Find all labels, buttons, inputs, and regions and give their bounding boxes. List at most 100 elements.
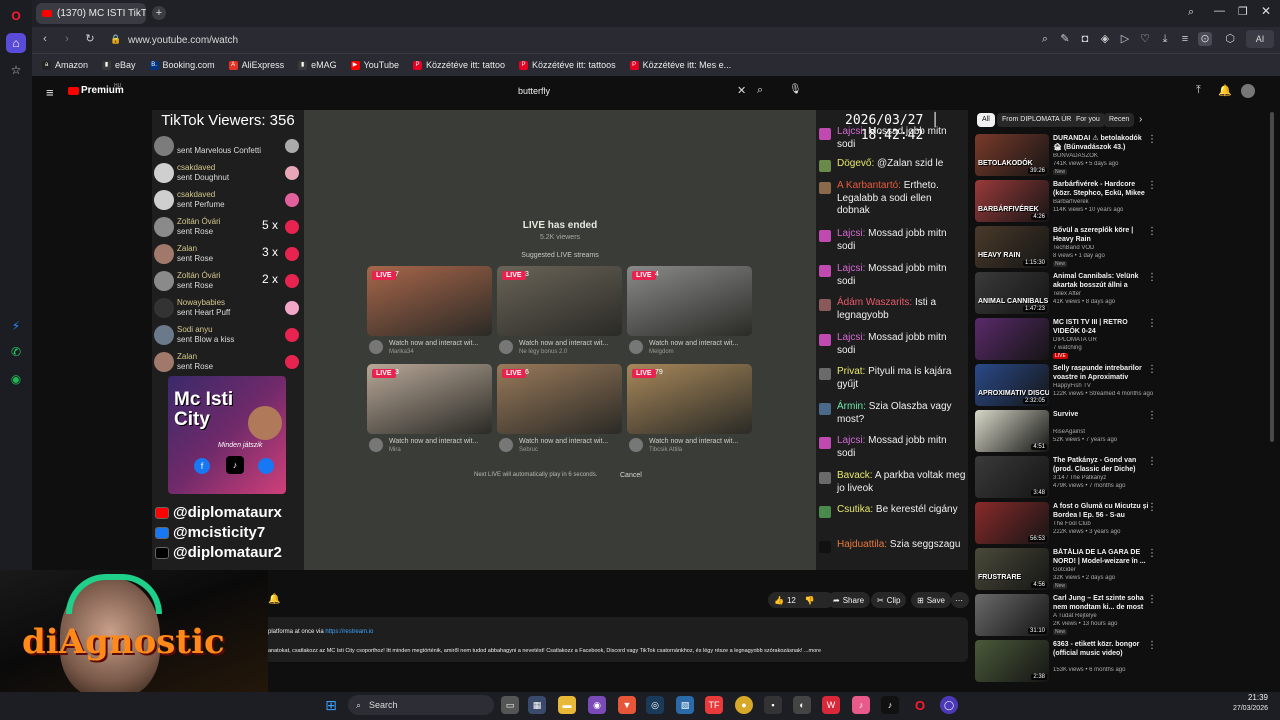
video-item[interactable]: 2:38 6363 - etikett közr. bongor (officia… (974, 640, 1274, 684)
bookmark-item[interactable]: ▮ eMAG (298, 60, 337, 70)
edit-icon[interactable]: ✎ (1058, 32, 1072, 46)
home-icon[interactable]: ⌂ (6, 33, 26, 53)
bookmark-item[interactable]: P Közzétéve itt: tattoos (519, 60, 616, 70)
video-title[interactable]: DURANDAI ⚠ betolakodók 🏚 (Bűnvadászok 43… (1053, 134, 1149, 152)
video-channel[interactable]: Gotcider (1053, 567, 1153, 573)
reload-icon[interactable]: ↻ (83, 32, 97, 46)
video-thumbnail[interactable]: BARBÁRFIVÉREK 4:26 (975, 180, 1049, 222)
whatsapp-icon[interactable]: ✆ (6, 342, 26, 362)
video-title[interactable]: Selly raspunde intrebarilor voastre in A… (1053, 364, 1149, 382)
file-explorer-icon[interactable]: ▬ (558, 696, 576, 714)
address-search-icon[interactable]: ⌕ (1038, 32, 1052, 46)
video-more-icon[interactable]: ⋮ (1147, 272, 1157, 283)
video-title[interactable]: Survive (1053, 410, 1149, 419)
video-thumbnail[interactable]: 3:48 (975, 456, 1049, 498)
app-icon-dark[interactable]: ▪ (764, 696, 782, 714)
filter-chip[interactable]: All (977, 113, 995, 127)
video-channel[interactable]: BŰNVADÁSZOK (1053, 153, 1153, 159)
live-card[interactable]: LIVE 3 (367, 364, 492, 434)
star-icon[interactable]: ☆ (6, 60, 26, 80)
video-more-icon[interactable]: ⋮ (1147, 180, 1157, 191)
shield-icon[interactable]: ◈ (1098, 32, 1112, 46)
scrollbar[interactable] (1270, 112, 1274, 442)
video-more-icon[interactable]: ⋮ (1147, 594, 1157, 605)
video-thumbnail[interactable]: 4:51 (975, 410, 1049, 452)
video-more-icon[interactable]: ⋮ (1147, 318, 1157, 329)
messenger-icon[interactable]: ⚡ (6, 316, 26, 336)
back-icon[interactable]: ‹ (38, 32, 52, 46)
video-thumbnail[interactable]: 2:38 (975, 640, 1049, 682)
download-icon[interactable]: ⤓ (1158, 32, 1172, 46)
video-title[interactable]: MC ISTI TV III | RETRO VIDEÓK 0-24 (1053, 318, 1149, 336)
video-thumbnail[interactable]: 56:53 (975, 502, 1049, 544)
video-channel[interactable]: Telex After (1053, 291, 1153, 297)
live-card[interactable]: LIVE 79 (627, 364, 752, 434)
bookmark-item[interactable]: P Közzétéve itt: Mes e... (629, 60, 731, 70)
video-item[interactable]: 31:10 Carl Jung – Ezt szinte soha nem mon… (974, 594, 1274, 638)
video-item[interactable]: ANIMAL CANNIBALS 1:47:23 Animal Cannibals:… (974, 272, 1274, 316)
widgets-icon[interactable]: ▦ (528, 696, 546, 714)
video-item[interactable]: MC ISTI TV III | RETRO VIDEÓK 0-24 DIPLOM… (974, 318, 1274, 362)
yt-logo-icon[interactable] (68, 87, 79, 95)
camera-icon[interactable]: ◘ (1078, 32, 1092, 46)
video-channel[interactable]: DIPLOMATA ÚR (1053, 337, 1153, 343)
app-icon-purple[interactable]: ◉ (588, 696, 606, 714)
search-tabs-icon[interactable]: ⌕ (1188, 6, 1194, 19)
filter-chip[interactable]: From DIPLOMATA ÚR (997, 113, 1077, 127)
upload-icon[interactable]: ⤒ (1196, 84, 1201, 97)
clip-button[interactable]: ✂ Clip (871, 592, 907, 608)
bookmark-item[interactable]: A AliExpress (228, 60, 284, 70)
video-thumbnail[interactable]: APROXIMATIV DISCUTII2:32:05 (975, 364, 1049, 406)
tf-icon[interactable]: TF (705, 696, 723, 714)
video-more-icon[interactable]: ⋮ (1147, 456, 1157, 467)
save-button[interactable]: ⊞ Save (911, 592, 951, 608)
more-actions-button[interactable]: ⋯ (951, 592, 969, 608)
tiktok-app-icon[interactable]: ♪ (881, 696, 899, 714)
steam-icon[interactable]: ◎ (646, 696, 664, 714)
video-item[interactable]: 3:48 The Patkányz - Gond van (prod. Class… (974, 456, 1274, 500)
video-more-icon[interactable]: ⋮ (1147, 226, 1157, 237)
video-item[interactable]: APROXIMATIV DISCUTII2:32:05Selly raspund… (974, 364, 1274, 408)
bell-icon[interactable]: 🔔 (268, 594, 280, 605)
video-thumbnail[interactable]: HEAVY RAIN 1:15:30 (975, 226, 1049, 268)
play-icon[interactable]: ▷ (1118, 32, 1132, 46)
video-channel[interactable]: A Tudat Rejtélye (1053, 613, 1153, 619)
video-title[interactable]: The Patkányz - Gond van (prod. Classic d… (1053, 456, 1149, 474)
notifications-icon[interactable]: 🔔 (1218, 84, 1232, 97)
menu-icon[interactable]: ≡ (1178, 32, 1192, 46)
filter-chip[interactable]: Recen (1104, 113, 1135, 127)
video-channel[interactable]: TechBand VOD (1053, 245, 1153, 251)
ai-button[interactable]: AI (1246, 30, 1274, 48)
bookmark-item[interactable]: B. Booking.com (149, 60, 215, 70)
video-item[interactable]: FRUSTRARE 4:56 BĂTĂLIA DE LA GARA DE NORD!… (974, 548, 1274, 592)
spotify-icon[interactable]: ◉ (6, 369, 26, 389)
video-more-icon[interactable]: ⋮ (1147, 134, 1157, 145)
video-item[interactable]: 56:53 A fost o Glumă cu Micutzu și Bordea… (974, 502, 1274, 546)
bookmark-item[interactable]: ▮ eBay (102, 60, 136, 70)
video-title[interactable]: Animal Cannibals: Velünk akartak bosszút… (1053, 272, 1149, 290)
like-dislike-button[interactable]: 👍 12 👎 (768, 592, 834, 608)
video-thumbnail[interactable]: BETOLAKODÓK 39:26 (975, 134, 1049, 176)
video-thumbnail[interactable]: 31:10 (975, 594, 1049, 636)
tiktok-live-icon[interactable]: ♪ (852, 696, 870, 714)
video-title[interactable]: Bővül a szereplők köre | Heavy Rain (1053, 226, 1149, 244)
video-item[interactable]: 4:51 Survive RiseAgainst 52K views • 7 year… (974, 410, 1274, 454)
video-channel[interactable]: 3:14 / The Patkányz (1053, 475, 1153, 481)
maximize-button[interactable]: ❐ (1238, 5, 1248, 18)
mic-icon[interactable]: 🎙 (789, 84, 802, 95)
video-title[interactable]: Barbárfivérek - Hardcore (közr. Stephco,… (1053, 180, 1149, 198)
taskbar-search[interactable]: ⌕ Search (348, 695, 494, 715)
start-icon[interactable]: ⊞ (322, 696, 340, 714)
video-title[interactable]: A fost o Glumă cu Micutzu și Bordea I Ep… (1053, 502, 1149, 520)
avatar[interactable] (1241, 84, 1255, 98)
live-card[interactable]: LIVE 6 (497, 364, 622, 434)
clear-search-icon[interactable]: ✕ (737, 84, 746, 97)
video-title[interactable]: 6363 - etikett közr. bongor (official mu… (1053, 640, 1149, 658)
video-title[interactable]: Carl Jung – Ezt szinte soha nem mondtam … (1053, 594, 1149, 612)
video-more-icon[interactable]: ⋮ (1147, 410, 1157, 421)
bookmark-item[interactable]: a Amazon (42, 60, 88, 70)
cancel-button[interactable]: Cancel (620, 472, 642, 479)
video-item[interactable]: BETOLAKODÓK 39:26 DURANDAI ⚠ betolakodók 🏚… (974, 134, 1274, 178)
video-channel[interactable]: The Fool Club (1053, 521, 1153, 527)
opera-taskbar-icon[interactable]: O (911, 696, 929, 714)
